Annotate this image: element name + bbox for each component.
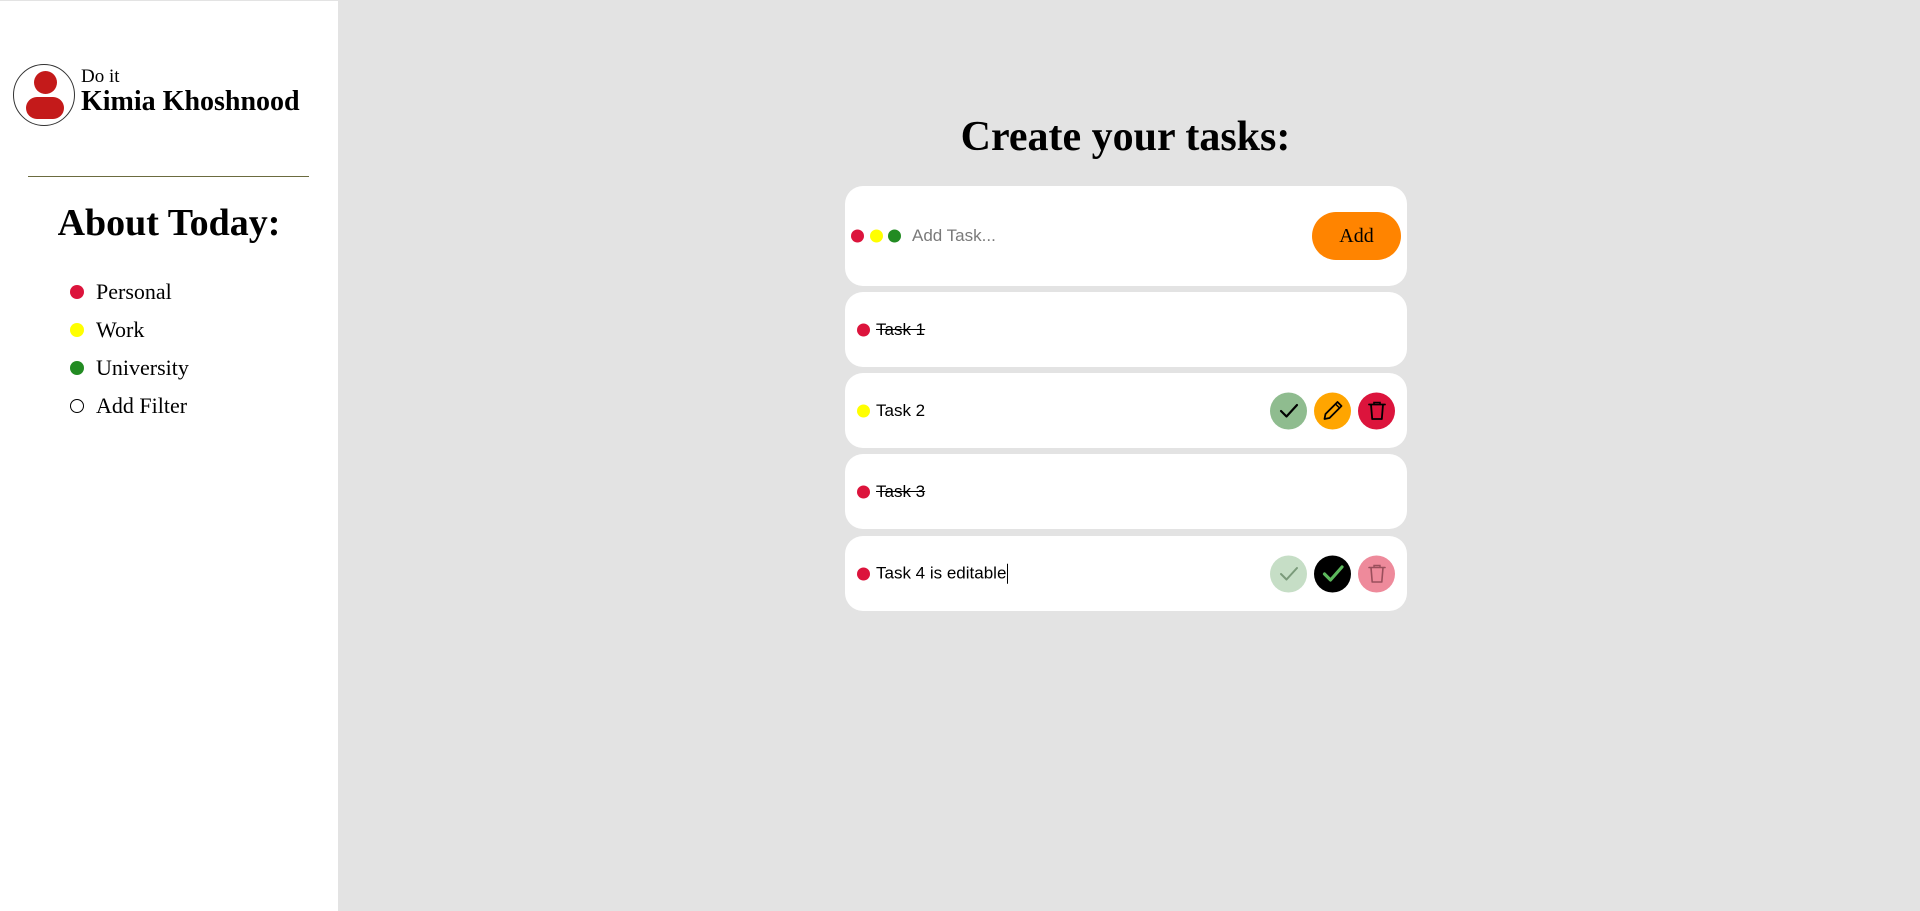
sidebar-divider [28, 176, 309, 177]
task-category-dot [857, 404, 870, 417]
pencil-icon [1323, 401, 1342, 420]
about-today-title: About Today: [57, 202, 281, 244]
complete-button[interactable] [1270, 392, 1307, 429]
sidebar: Do it Kimia Khoshnood About Today: Perso… [0, 1, 338, 911]
save-check-icon [1322, 565, 1344, 582]
delete-button[interactable] [1358, 392, 1395, 429]
trash-icon [1367, 564, 1386, 583]
task-text[interactable]: Task 2 [876, 401, 925, 421]
app-name: Do it [81, 66, 120, 87]
text-caret [1007, 563, 1009, 584]
task-item: Task 1 [845, 292, 1407, 367]
task-text[interactable]: Task 3 [876, 482, 925, 502]
task-category-dot [857, 323, 870, 336]
filter-label: Add Filter [96, 393, 188, 418]
task-item: Task 4 is editable [845, 536, 1407, 611]
task-edit-field[interactable]: Task 4 is editable [876, 563, 1009, 584]
profile-text: Do it Kimia Khoshnood [81, 67, 300, 117]
add-button[interactable]: Add [1312, 212, 1401, 260]
task-text: Task 4 is editable [876, 563, 1007, 583]
filter-item-university[interactable]: University [70, 349, 189, 387]
task-actions [1270, 392, 1395, 429]
add-task-form: Add [845, 186, 1407, 286]
filter-label: Work [96, 317, 145, 342]
filter-label: University [96, 355, 189, 380]
category-university-dot[interactable] [888, 229, 901, 243]
task-actions [1270, 555, 1395, 592]
task-item: Task 2 [845, 373, 1407, 448]
edit-button[interactable] [1314, 392, 1351, 429]
task-category-dot [857, 567, 870, 580]
avatar-icon [13, 64, 75, 126]
category-personal-dot[interactable] [851, 229, 864, 243]
filter-list: Personal Work University Add Filter [70, 273, 189, 425]
filter-label: Personal [96, 279, 172, 304]
filter-item-personal[interactable]: Personal [70, 273, 189, 311]
profile: Do it Kimia Khoshnood [13, 64, 300, 126]
task-category-dot [857, 485, 870, 498]
add-task-input[interactable] [912, 222, 1292, 250]
user-name: Kimia Khoshnood [81, 86, 300, 117]
work-dot-icon [70, 323, 84, 337]
save-button[interactable] [1314, 555, 1351, 592]
complete-button-disabled[interactable] [1270, 555, 1307, 592]
empty-circle-icon [70, 399, 84, 413]
add-filter-button[interactable]: Add Filter [70, 387, 189, 425]
delete-button-disabled[interactable] [1358, 555, 1395, 592]
filter-item-work[interactable]: Work [70, 311, 189, 349]
task-item: Task 3 [845, 454, 1407, 529]
category-work-dot[interactable] [870, 229, 883, 243]
trash-icon [1367, 401, 1386, 420]
check-icon [1279, 567, 1298, 581]
university-dot-icon [70, 361, 84, 375]
page-title: Create your tasks: [960, 114, 1291, 160]
check-icon [1279, 403, 1298, 418]
personal-dot-icon [70, 285, 84, 299]
task-text[interactable]: Task 1 [876, 320, 925, 340]
